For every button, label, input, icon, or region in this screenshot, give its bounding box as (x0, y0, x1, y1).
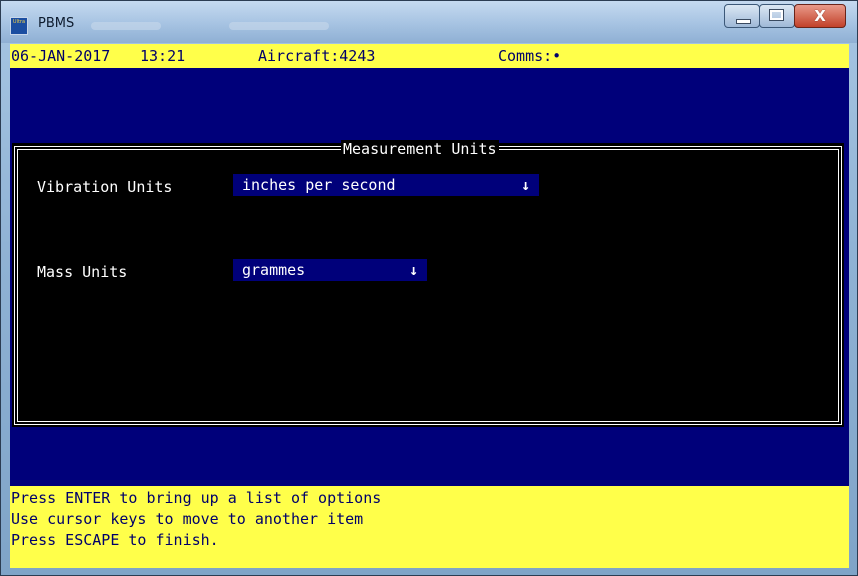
measurement-units-dialog: Measurement Units Vibration Units inches… (12, 140, 844, 427)
mass-units-label: Mass Units (37, 263, 128, 281)
vibration-units-label: Vibration Units (37, 178, 173, 196)
help-line-cursor: Use cursor keys to move to another item (11, 510, 364, 528)
close-button[interactable]: X (794, 4, 846, 28)
maximize-button[interactable] (759, 4, 795, 28)
app-logo-icon: Ultra (10, 17, 28, 35)
help-bar: Press ENTER to bring up a list of option… (10, 486, 849, 568)
status-date: 06-JAN-2017 (11, 47, 111, 65)
title-bar[interactable]: Ultra PBMS X (1, 1, 857, 43)
dropdown-arrow-icon[interactable]: ↓ (521, 176, 530, 194)
dialog-title: Measurement Units (341, 140, 499, 158)
blurred-title-text (229, 22, 329, 30)
vibration-units-value: inches per second (242, 176, 396, 194)
minimize-icon (736, 19, 751, 24)
help-line-enter: Press ENTER to bring up a list of option… (11, 489, 382, 507)
minimize-button[interactable] (724, 4, 760, 28)
vibration-units-select[interactable]: inches per second ↓ (233, 174, 539, 196)
blurred-title-text (91, 22, 161, 30)
mass-units-value: grammes (242, 261, 306, 279)
mass-units-select[interactable]: grammes ↓ (233, 259, 427, 281)
app-window: Ultra PBMS X 06-JAN-2017 13:21 Aircraft:… (0, 0, 858, 576)
close-icon: X (814, 7, 826, 25)
status-comms: Comms:• (498, 47, 562, 65)
status-aircraft: Aircraft:4243 (258, 47, 376, 65)
status-time: 13:21 (140, 47, 186, 65)
status-bar: 06-JAN-2017 13:21 Aircraft:4243 Comms:• (10, 44, 849, 68)
window-title: PBMS (38, 16, 75, 31)
terminal-client-area: 06-JAN-2017 13:21 Aircraft:4243 Comms:• … (10, 44, 849, 568)
dropdown-arrow-icon[interactable]: ↓ (409, 261, 418, 279)
help-line-escape: Press ESCAPE to finish. (11, 531, 219, 549)
maximize-icon (769, 9, 784, 21)
